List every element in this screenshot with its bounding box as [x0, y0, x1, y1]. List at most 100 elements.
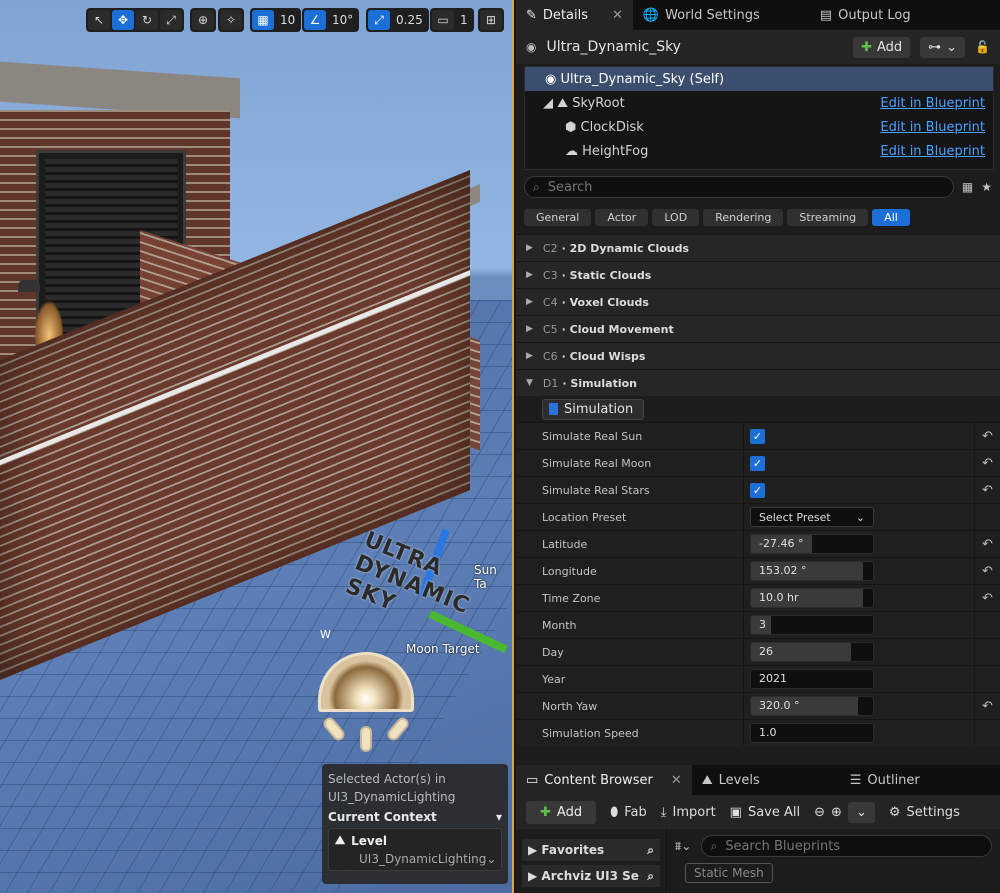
filter-lod[interactable]: LOD — [652, 208, 700, 226]
context-heading[interactable]: Current Context ▾ — [328, 810, 502, 824]
lock-icon[interactable]: 🔓 — [975, 40, 990, 54]
search-icon[interactable]: ⌕ — [647, 843, 654, 858]
section-badge-label: Simulation — [564, 401, 634, 417]
category-static-clouds[interactable]: ▶ C3 · Static Clouds — [516, 261, 1000, 288]
latitude-input[interactable]: -27.46 ° — [750, 534, 874, 554]
scale-snap-icon[interactable]: ⤢ — [368, 10, 390, 30]
checkbox[interactable]: ✓ — [750, 455, 765, 471]
reset-arrow-icon[interactable]: ↶ — [974, 585, 1000, 611]
filter-icon[interactable]: ⩩⌄ — [675, 839, 691, 854]
chevron-right-icon: ▶ — [526, 243, 533, 253]
static-mesh-filter-chip[interactable]: Static Mesh — [685, 863, 773, 883]
grid-icon[interactable]: ▦ — [252, 10, 274, 30]
simulation-speed-input[interactable]: 1.0 — [750, 723, 874, 743]
back-arrow-icon[interactable]: ⊖ — [814, 805, 825, 820]
angle-icon[interactable]: ∠ — [304, 10, 326, 30]
month-input[interactable]: 3 — [750, 615, 874, 635]
fab-button[interactable]: ⬮ Fab — [610, 805, 647, 820]
chevron-right-icon: ▶ — [526, 297, 533, 307]
reset-arrow-icon[interactable]: ↶ — [974, 693, 1000, 719]
component-row-clockdisk[interactable]: ⬢ ClockDisk Edit in Blueprint — [525, 115, 993, 139]
category-voxel-clouds[interactable]: ▶ C4 · Voxel Clouds — [516, 288, 1000, 315]
layout-icon[interactable]: ⊞ — [480, 10, 502, 30]
tab-levels[interactable]: ⛰ Levels — [692, 765, 770, 795]
search-icon[interactable]: ⌕ — [647, 869, 654, 884]
tab-label: Content Browser — [544, 772, 653, 788]
import-button[interactable]: ⤓ Import — [661, 805, 716, 820]
category-code: C2 — [542, 241, 558, 255]
property-label: Time Zone — [516, 585, 744, 611]
filter-rendering[interactable]: Rendering — [703, 208, 784, 226]
surface-snap-icon[interactable]: ✧ — [220, 10, 242, 30]
north-yaw-input[interactable]: 320.0 ° — [750, 696, 874, 716]
history-dropdown[interactable]: ⌄ — [847, 801, 875, 823]
category-cloud-wisps[interactable]: ▶ C6 · Cloud Wisps — [516, 342, 1000, 369]
reset-slot — [974, 612, 1000, 638]
tab-output-log[interactable]: ▤ Output Log — [770, 0, 921, 30]
tab-details[interactable]: ✎ Details ✕ — [516, 0, 633, 30]
star-icon[interactable]: ★ — [981, 180, 992, 194]
reset-arrow-icon[interactable]: ↶ — [974, 450, 1000, 476]
component-row-skyroot[interactable]: ◢ ⛰ SkyRoot Edit in Blueprint — [525, 91, 993, 115]
edit-in-blueprint-link[interactable]: Edit in Blueprint — [880, 96, 985, 111]
tab-label: Output Log — [838, 7, 911, 23]
collection-section[interactable]: ▶ Archviz UI3 Se ⌕ — [522, 865, 660, 887]
move-tool-icon[interactable]: ✥ — [112, 10, 134, 30]
close-icon[interactable]: ✕ — [671, 773, 682, 788]
favorites-section[interactable]: ▶ Favorites ⌕ — [522, 839, 660, 861]
category-label: Static Clouds — [569, 268, 652, 282]
value-text: 2021 — [759, 672, 787, 685]
context-level-dropdown[interactable]: UI3_DynamicLighting ⌄ — [335, 852, 496, 866]
edit-in-blueprint-link[interactable]: Edit in Blueprint — [880, 144, 985, 159]
simulation-section-button[interactable]: Simulation — [542, 398, 645, 420]
reset-arrow-icon[interactable]: ↶ — [974, 423, 1000, 449]
camera-speed-value[interactable]: 1 — [456, 13, 472, 27]
globe-icon[interactable]: ⊕ — [192, 10, 214, 30]
reset-arrow-icon[interactable]: ↶ — [974, 558, 1000, 584]
reset-arrow-icon[interactable]: ↶ — [974, 477, 1000, 503]
details-search-input[interactable] — [547, 179, 945, 195]
plus-icon: ✚ — [540, 804, 551, 820]
settings-button[interactable]: ⚙ Settings — [889, 805, 960, 820]
day-input[interactable]: 26 — [750, 642, 874, 662]
asset-search-input[interactable] — [725, 838, 896, 854]
filter-all[interactable]: All — [872, 208, 910, 226]
add-component-button[interactable]: ✚ Add — [853, 36, 911, 58]
tab-content-browser[interactable]: ▭ Content Browser ✕ — [516, 765, 692, 795]
scale-snap-value[interactable]: 0.25 — [392, 13, 427, 27]
filter-actor[interactable]: Actor — [595, 208, 649, 226]
component-row-heightfog[interactable]: ☁ HeightFog Edit in Blueprint — [525, 139, 993, 163]
level-value-text: UI3_DynamicLighting — [359, 852, 487, 866]
save-all-button[interactable]: ▣ Save All — [730, 805, 800, 820]
category-simulation[interactable]: ▼ D1 · Simulation — [516, 369, 1000, 396]
camera-icon[interactable]: ▭ — [432, 10, 454, 30]
tab-outliner[interactable]: ☰ Outliner — [770, 765, 930, 795]
category-dot: · — [561, 295, 570, 309]
tab-world-settings[interactable]: 🌐 World Settings — [633, 0, 770, 30]
category-code: C5 — [542, 322, 558, 336]
time-zone-input[interactable]: 10.0 hr — [750, 588, 874, 608]
checkbox[interactable]: ✓ — [750, 482, 765, 498]
longitude-input[interactable]: 153.02 ° — [750, 561, 874, 581]
category-2d-dynamic-clouds[interactable]: ▶ C2 · 2D Dynamic Clouds — [516, 234, 1000, 261]
edit-in-blueprint-link[interactable]: Edit in Blueprint — [880, 120, 985, 135]
close-icon[interactable]: ✕ — [612, 8, 623, 23]
filter-streaming[interactable]: Streaming — [787, 208, 869, 226]
category-cloud-movement[interactable]: ▶ C5 · Cloud Movement — [516, 315, 1000, 342]
blueprint-options-button[interactable]: ⊶ ⌄ — [920, 36, 966, 58]
grid-snap-value[interactable]: 10 — [276, 13, 299, 27]
level-viewport[interactable]: ULTRA DYNAMIC SKY Sun Ta Moon Target W ↖… — [0, 0, 514, 893]
location-preset-select[interactable]: Select Preset ⌄ — [750, 507, 874, 527]
select-tool-icon[interactable]: ↖ — [88, 10, 110, 30]
angle-snap-value[interactable]: 10° — [328, 13, 357, 27]
component-row-self[interactable]: ◉ Ultra_Dynamic_Sky (Self) — [525, 67, 993, 91]
forward-arrow-icon[interactable]: ⊕ — [831, 805, 842, 820]
year-input[interactable]: 2021 — [750, 669, 874, 689]
filter-general[interactable]: General — [524, 208, 592, 226]
scale-tool-icon[interactable]: ⤢ — [160, 10, 182, 30]
reset-arrow-icon[interactable]: ↶ — [974, 531, 1000, 557]
content-add-button[interactable]: ✚ Add — [526, 800, 597, 824]
table-view-icon[interactable]: ▦ — [962, 180, 973, 194]
checkbox[interactable]: ✓ — [750, 428, 765, 444]
rotate-tool-icon[interactable]: ↻ — [136, 10, 158, 30]
